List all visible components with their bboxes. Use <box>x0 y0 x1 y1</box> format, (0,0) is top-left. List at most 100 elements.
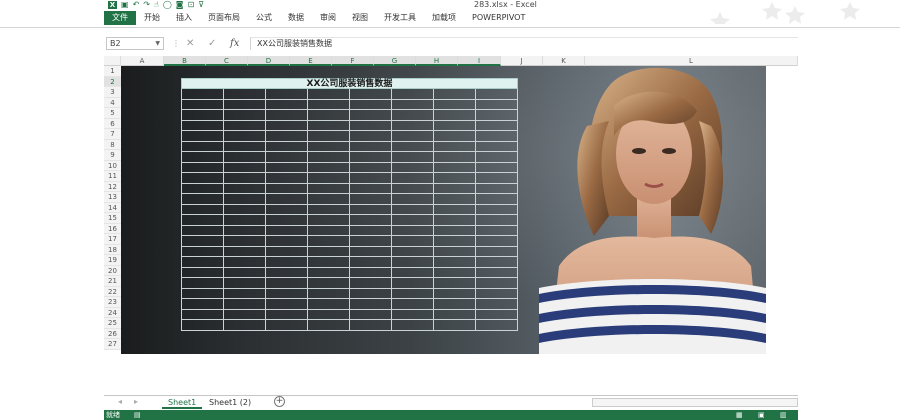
table-cell[interactable] <box>266 215 308 226</box>
table-cell[interactable] <box>434 320 476 331</box>
table-cell[interactable] <box>434 225 476 236</box>
table-cell[interactable] <box>476 120 518 131</box>
table-cell[interactable] <box>181 267 224 278</box>
tab-data[interactable]: 数据 <box>280 11 312 25</box>
row-header[interactable]: 18 <box>104 244 121 255</box>
table-cell[interactable] <box>392 278 434 289</box>
tab-page-layout[interactable]: 页面布局 <box>200 11 248 25</box>
table-cell[interactable] <box>266 152 308 163</box>
chevron-right-icon[interactable]: ▸ <box>134 397 138 406</box>
table-cell[interactable] <box>181 215 224 226</box>
tab-powerpivot[interactable]: POWERPIVOT <box>464 11 533 25</box>
row-header[interactable]: 8 <box>104 139 121 150</box>
row-header[interactable]: 13 <box>104 192 121 203</box>
table-cell[interactable] <box>224 257 266 268</box>
table-cell[interactable] <box>266 246 308 257</box>
tab-review[interactable]: 审阅 <box>312 11 344 25</box>
table-cell[interactable] <box>434 141 476 152</box>
table-cell[interactable] <box>266 131 308 142</box>
table-cell[interactable] <box>181 183 224 194</box>
table-cell[interactable] <box>224 110 266 121</box>
row-header[interactable]: 15 <box>104 213 121 224</box>
table-cell[interactable] <box>181 162 224 173</box>
table-cell[interactable] <box>266 162 308 173</box>
table-cell[interactable] <box>476 194 518 205</box>
table-cell[interactable] <box>266 110 308 121</box>
table-cell[interactable] <box>392 236 434 247</box>
shape-icon[interactable]: ◯ <box>163 0 172 9</box>
column-header[interactable]: I <box>458 56 501 66</box>
column-header[interactable]: F <box>332 56 374 66</box>
table-cell[interactable] <box>266 173 308 184</box>
table-cell[interactable] <box>350 162 392 173</box>
select-all-corner[interactable] <box>104 56 121 66</box>
table-cell[interactable] <box>224 204 266 215</box>
row-header[interactable]: 27 <box>104 339 121 350</box>
table-cell[interactable] <box>476 162 518 173</box>
table-cell[interactable] <box>308 183 350 194</box>
table-cell[interactable] <box>181 152 224 163</box>
tab-formulas[interactable]: 公式 <box>248 11 280 25</box>
table-cell[interactable] <box>476 215 518 226</box>
table-cell[interactable] <box>434 278 476 289</box>
table-cell[interactable] <box>476 99 518 110</box>
screenshot-icon[interactable]: ⊡ <box>188 0 195 9</box>
table-cell[interactable] <box>266 141 308 152</box>
table-cell[interactable] <box>434 236 476 247</box>
table-cell[interactable] <box>266 99 308 110</box>
table-cell[interactable] <box>308 99 350 110</box>
tab-insert[interactable]: 插入 <box>168 11 200 25</box>
row-header[interactable]: 20 <box>104 265 121 276</box>
table-cell[interactable] <box>434 309 476 320</box>
sheet-tab-sheet1[interactable]: Sheet1 <box>162 396 203 409</box>
table-cell[interactable] <box>392 288 434 299</box>
table-cell[interactable] <box>476 141 518 152</box>
table-cell[interactable] <box>392 89 434 100</box>
row-header[interactable]: 25 <box>104 318 121 329</box>
table-cell[interactable] <box>434 120 476 131</box>
table-cell[interactable] <box>308 152 350 163</box>
table-cell[interactable] <box>224 120 266 131</box>
table-cell[interactable] <box>350 257 392 268</box>
table-cell[interactable] <box>308 225 350 236</box>
table-cell[interactable] <box>350 183 392 194</box>
table-cell[interactable] <box>434 288 476 299</box>
table-cell[interactable] <box>224 141 266 152</box>
table-cell[interactable] <box>476 257 518 268</box>
name-box[interactable]: B2 ▼ <box>106 37 164 50</box>
redo-icon[interactable]: ↷ <box>143 0 150 9</box>
table-cell[interactable] <box>350 320 392 331</box>
table-cell[interactable] <box>392 152 434 163</box>
table-cell[interactable] <box>434 89 476 100</box>
table-cell[interactable] <box>476 173 518 184</box>
table-cell[interactable] <box>350 110 392 121</box>
row-header[interactable]: 16 <box>104 223 121 234</box>
row-header[interactable]: 1 <box>104 66 121 77</box>
table-cell[interactable] <box>476 278 518 289</box>
table-cell[interactable] <box>434 183 476 194</box>
table-cell[interactable] <box>476 225 518 236</box>
column-header[interactable]: L <box>585 56 798 66</box>
table-cell[interactable] <box>392 141 434 152</box>
table-cell[interactable] <box>476 236 518 247</box>
table-cell[interactable] <box>350 173 392 184</box>
table-cell[interactable] <box>476 183 518 194</box>
table-cell[interactable] <box>392 173 434 184</box>
table-cell[interactable] <box>181 225 224 236</box>
table-cell[interactable] <box>266 120 308 131</box>
table-cell[interactable] <box>350 215 392 226</box>
table-cell[interactable] <box>434 257 476 268</box>
table-cell[interactable] <box>350 267 392 278</box>
table-cell[interactable] <box>308 162 350 173</box>
camera-icon[interactable]: ◙ <box>176 0 184 9</box>
column-header[interactable]: B <box>164 56 206 66</box>
table-cell[interactable] <box>308 215 350 226</box>
table-cell[interactable] <box>308 278 350 289</box>
worksheet-grid[interactable]: A B C D E F G H I J K L 1 2 3 4 5 6 7 8 9 10 11 12 1… <box>104 56 798 356</box>
check-icon[interactable]: ✓ <box>208 37 216 50</box>
table-cell[interactable] <box>392 215 434 226</box>
table-cell[interactable] <box>181 246 224 257</box>
table-cell[interactable] <box>181 89 224 100</box>
table-cell[interactable] <box>350 152 392 163</box>
table-cell[interactable] <box>350 299 392 310</box>
